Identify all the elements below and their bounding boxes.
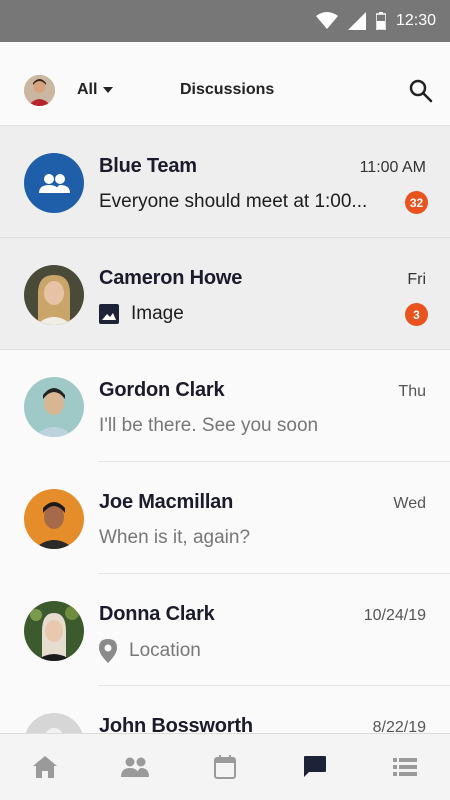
conversation-preview: When is it, again? [99, 527, 250, 549]
avatar [24, 377, 84, 437]
caret-down-icon [103, 87, 114, 93]
conversation-time: Wed [393, 495, 426, 512]
conversation-item[interactable]: Joe Macmillan Wed When is it, again? [0, 462, 450, 574]
conversation-name: Blue Team [99, 155, 197, 177]
conversation-preview: Everyone should meet at 1:00... [99, 191, 367, 213]
preview-text: Location [129, 640, 201, 661]
conversation-time: 10/24/19 [363, 607, 426, 624]
avatar-photo [24, 377, 84, 437]
conversation-preview: Location [99, 639, 201, 663]
avatar-placeholder [24, 713, 84, 733]
conversation-list: Blue Team 11:00 AM Everyone should meet … [0, 126, 450, 733]
conversation-item[interactable]: Cameron Howe Fri Image 3 [0, 238, 450, 350]
conversation-name: Gordon Clark [99, 379, 225, 401]
avatar [24, 265, 84, 325]
bottom-navigation [0, 733, 450, 800]
home-icon [33, 756, 57, 778]
location-pin-icon [99, 639, 117, 663]
conversation-preview: Image [99, 303, 184, 325]
conversation-name: Donna Clark [99, 603, 215, 625]
battery-icon [375, 12, 386, 30]
unread-badge: 32 [405, 191, 428, 214]
avatar-photo [24, 489, 84, 549]
conversation-time: 11:00 AM [359, 159, 426, 176]
conversation-item[interactable]: John Bossworth 8/22/19 [0, 686, 450, 733]
group-icon [39, 174, 70, 193]
avatar-photo [24, 265, 84, 325]
tab-chat[interactable] [270, 734, 360, 800]
conversation-name: Joe Macmillan [99, 491, 234, 513]
wifi-icon [315, 12, 338, 29]
profile-avatar[interactable] [24, 75, 55, 106]
conversation-item[interactable]: Blue Team 11:00 AM Everyone should meet … [0, 126, 450, 238]
conversation-time: Thu [398, 383, 426, 400]
conversation-time: 8/22/19 [372, 719, 426, 733]
tab-home[interactable] [0, 734, 90, 800]
avatar-photo [24, 601, 84, 661]
tab-list[interactable] [360, 734, 450, 800]
chat-icon [304, 756, 326, 777]
status-bar: 12:30 [0, 0, 450, 42]
profile-photo [24, 75, 55, 106]
conversation-name: Cameron Howe [99, 267, 243, 289]
group-avatar [24, 153, 84, 213]
conversation-time: Fri [407, 271, 426, 288]
preview-text: When is it, again? [99, 527, 251, 548]
avatar [24, 489, 84, 549]
image-icon [99, 304, 119, 324]
preview-text: I'll be there. See you soon [99, 415, 319, 436]
conversation-preview: I'll be there. See you soon [99, 415, 318, 437]
person-placeholder-icon [45, 728, 63, 733]
conversation-name: John Bossworth [99, 715, 253, 733]
conversation-item[interactable]: Gordon Clark Thu I'll be there. See you … [0, 350, 450, 462]
tab-calendar[interactable] [180, 734, 270, 800]
tab-people[interactable] [90, 734, 180, 800]
app-bar: All Discussions [0, 42, 450, 126]
conversation-item[interactable]: Donna Clark 10/24/19 Location [0, 574, 450, 686]
status-time: 12:30 [395, 12, 436, 29]
preview-text: Everyone should meet at 1:00... [99, 191, 368, 212]
avatar [24, 601, 84, 661]
preview-text: Image [131, 303, 184, 324]
page-title: Discussions [180, 81, 275, 98]
unread-badge: 3 [405, 303, 428, 326]
list-icon [393, 758, 417, 776]
filter-label: All [77, 81, 98, 98]
search-icon[interactable] [408, 78, 434, 104]
calendar-icon [214, 755, 236, 779]
filter-dropdown[interactable]: All [77, 81, 114, 99]
people-icon [121, 757, 149, 777]
cell-signal-icon [347, 12, 366, 30]
